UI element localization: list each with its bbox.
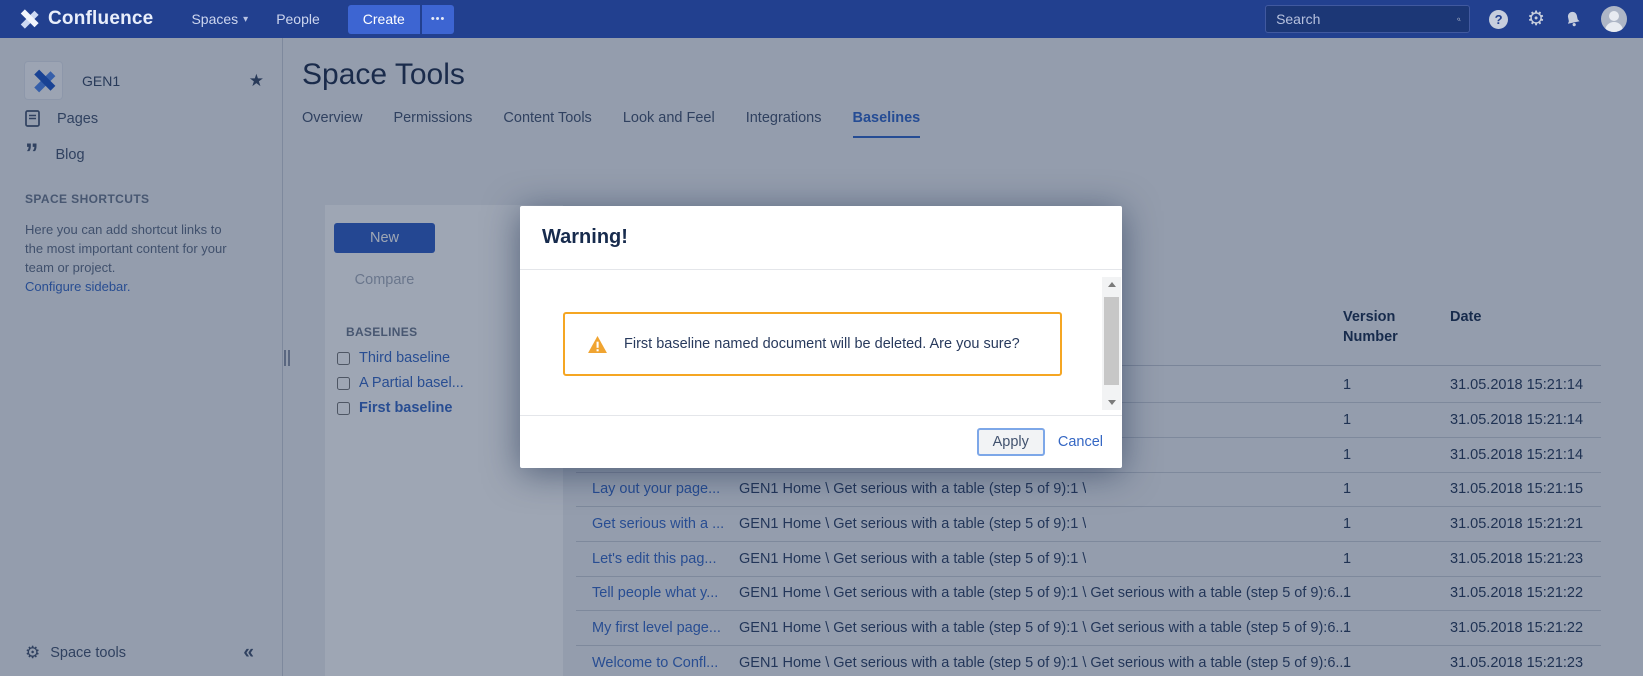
dialog-footer: Apply Cancel <box>520 415 1122 468</box>
dialog-title: Warning! <box>542 226 628 249</box>
dialog-body: First baseline named document will be de… <box>520 270 1122 415</box>
scroll-down-arrow-icon[interactable] <box>1102 395 1121 410</box>
warning-triangle-icon <box>588 336 607 353</box>
user-avatar[interactable] <box>1601 6 1627 32</box>
nav-people[interactable]: People <box>262 0 334 38</box>
cancel-link[interactable]: Cancel <box>1058 434 1103 450</box>
settings-gear-icon[interactable]: ⚙ <box>1527 9 1545 29</box>
more-button[interactable]: ••• <box>422 5 455 34</box>
notifications-bell-icon[interactable] <box>1564 10 1582 28</box>
search-box[interactable] <box>1265 5 1470 33</box>
avatar-body-shape <box>1605 22 1623 32</box>
avatar-head-shape <box>1609 11 1619 21</box>
logo-text: Confluence <box>48 8 153 30</box>
scroll-up-arrow-icon[interactable] <box>1102 277 1121 292</box>
warning-dialog: Warning! First baseline named document w… <box>520 206 1122 468</box>
confluence-app: Confluence Spaces▾ People Create ••• ? ⚙ <box>0 0 1643 676</box>
dialog-header: Warning! <box>520 206 1122 270</box>
topbar-right-group: ? ⚙ <box>1265 5 1627 33</box>
search-icon[interactable] <box>1457 12 1461 27</box>
top-navigation-bar: Confluence Spaces▾ People Create ••• ? ⚙ <box>0 0 1643 38</box>
chevron-down-icon: ▾ <box>243 14 248 25</box>
warning-message-box: First baseline named document will be de… <box>563 312 1062 376</box>
scrollbar-thumb[interactable] <box>1104 297 1119 385</box>
search-input[interactable] <box>1276 11 1457 27</box>
apply-button[interactable]: Apply <box>977 428 1045 456</box>
dialog-scrollbar[interactable] <box>1102 277 1121 410</box>
warning-message: First baseline named document will be de… <box>624 336 1020 352</box>
confluence-logo-icon <box>18 8 40 30</box>
help-icon[interactable]: ? <box>1489 10 1508 29</box>
confluence-logo[interactable]: Confluence <box>18 8 153 30</box>
nav-spaces[interactable]: Spaces▾ <box>177 0 262 38</box>
create-button[interactable]: Create <box>348 5 420 34</box>
